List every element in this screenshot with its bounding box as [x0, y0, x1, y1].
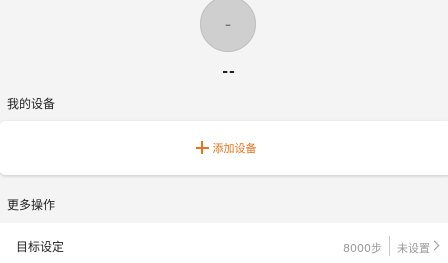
add-device-button[interactable]: 添加设备 — [0, 121, 448, 175]
add-device-label: 添加设备 — [212, 142, 257, 155]
username: -- — [222, 64, 236, 80]
chevron-right-icon — [429, 240, 440, 251]
goal-setting-label: 目标设定 — [16, 240, 65, 254]
divider — [389, 236, 390, 256]
avatar[interactable]: - — [200, 0, 256, 52]
goal-status: 未设置 — [397, 242, 430, 255]
plus-icon — [195, 141, 209, 154]
my-devices-title: 我的设备 — [7, 97, 56, 111]
more-actions-title: 更多操作 — [7, 198, 56, 212]
goal-steps-value: 8000步 — [343, 242, 382, 255]
avatar-placeholder: - — [224, 13, 232, 35]
goal-setting-row[interactable]: 目标设定 8000步 未设置 — [0, 223, 448, 263]
